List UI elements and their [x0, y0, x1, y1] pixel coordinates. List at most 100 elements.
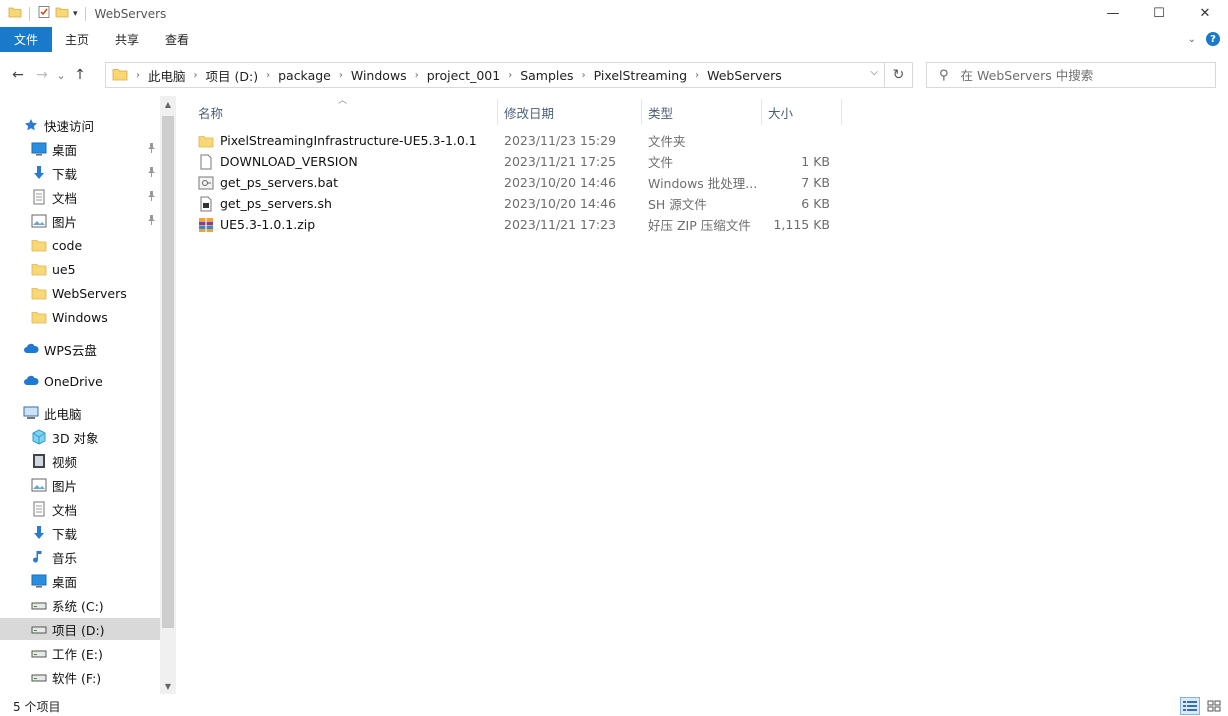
sidebar-item[interactable]: 此电脑	[0, 402, 160, 424]
sidebar-item-label: WebServers	[52, 285, 127, 301]
drive-icon	[31, 669, 47, 685]
file-list: PixelStreamingInfrastructure-UE5.3-1.0.1…	[192, 130, 836, 235]
sidebar-item[interactable]: 工作 (E:)	[0, 642, 160, 664]
chevron-right-icon[interactable]: ›	[194, 70, 198, 81]
file-type: 文件夹	[648, 134, 686, 149]
up-button[interactable]: ↑	[68, 63, 92, 87]
breadcrumb-windows[interactable]: Windows	[351, 68, 407, 83]
sidebar-item[interactable]: 软件 (F:)	[0, 666, 160, 688]
sidebar-item-label: OneDrive	[44, 373, 103, 389]
chevron-right-icon[interactable]: ›	[695, 70, 699, 81]
back-button[interactable]: ←	[6, 63, 30, 87]
sidebar-item[interactable]: 下载	[0, 522, 160, 544]
file-row[interactable]: UE5.3-1.0.1.zip 2023/11/21 17:23 好压 ZIP 压缩…	[192, 214, 836, 235]
sidebar-item[interactable]: ue5	[0, 258, 160, 280]
sidebar-item[interactable]: 3D 对象	[0, 426, 160, 448]
sidebar-item-label: 快速访问	[44, 118, 95, 134]
tab-view[interactable]: 查看	[152, 27, 202, 52]
breadcrumb-drive-d[interactable]: 项目 (D:)	[206, 66, 259, 85]
file-row[interactable]: get_ps_servers.bat 2023/10/20 14:46 Window…	[192, 172, 836, 193]
tab-home[interactable]: 主页	[52, 27, 102, 52]
customize-dropdown-icon[interactable]: ▾	[73, 9, 78, 19]
sidebar-item[interactable]: 音乐	[0, 546, 160, 568]
sort-ascending-icon: ︿	[338, 96, 348, 106]
breadcrumb-samples[interactable]: Samples	[520, 68, 573, 83]
sidebar-item[interactable]: 桌面	[0, 138, 160, 160]
maximize-button[interactable]: ☐	[1136, 0, 1182, 27]
file-type: SH 源文件	[648, 197, 707, 212]
column-name[interactable]: ︿ 名称	[192, 96, 498, 125]
close-button[interactable]: ✕	[1182, 0, 1228, 27]
chevron-right-icon[interactable]: ›	[266, 70, 270, 81]
tab-share[interactable]: 共享	[102, 27, 152, 52]
recent-locations-button[interactable]: ⌄	[54, 63, 68, 87]
sidebar-item[interactable]: code	[0, 234, 160, 256]
sidebar-item[interactable]: 图片	[0, 210, 160, 232]
sidebar-item-label: 此电脑	[44, 406, 82, 422]
file-row[interactable]: DOWNLOAD_VERSION 2023/11/21 17:25 文件 1 KB	[192, 151, 836, 172]
sidebar-item[interactable]: 文档	[0, 186, 160, 208]
sidebar-item[interactable]: WebServers	[0, 282, 160, 304]
breadcrumb-this-pc[interactable]: 此电脑	[148, 66, 186, 85]
file-name-cell: get_ps_servers.sh	[192, 196, 498, 212]
file-name: PixelStreamingInfrastructure-UE5.3-1.0.1	[220, 133, 477, 148]
new-folder-icon[interactable]	[55, 5, 69, 22]
sidebar-item[interactable]: 图片	[0, 474, 160, 496]
sidebar-item[interactable]: WPS云盘	[0, 338, 160, 360]
details-view-icon	[1183, 701, 1197, 711]
sidebar-item[interactable]: 视频	[0, 450, 160, 472]
sidebar-item[interactable]: 项目 (D:)	[0, 618, 160, 640]
quick-access-toolbar: ▾	[0, 5, 89, 22]
chevron-right-icon[interactable]: ›	[339, 70, 343, 81]
sidebar-item[interactable]: 桌面	[0, 570, 160, 592]
nav-pane-scrollbar[interactable]: ▲ ▼	[160, 96, 176, 694]
scrollbar-thumb[interactable]	[162, 116, 174, 628]
address-bar[interactable]: › 此电脑 › 项目 (D:) › package › Windows › pr…	[105, 62, 913, 88]
sidebar-item-label: 下载	[52, 526, 78, 542]
folder-icon[interactable]	[8, 5, 22, 22]
scroll-up-icon[interactable]: ▲	[160, 96, 176, 112]
file-row[interactable]: get_ps_servers.sh 2023/10/20 14:46 SH 源文件 6…	[192, 193, 836, 214]
sidebar-item-label: 软件 (F:)	[52, 670, 102, 686]
sidebar-item[interactable]: 系统 (C:)	[0, 594, 160, 616]
help-icon[interactable]: ?	[1206, 32, 1220, 46]
column-size[interactable]: 大小	[762, 99, 842, 125]
sidebar-item[interactable]: 快速访问	[0, 114, 160, 136]
tab-file[interactable]: 文件	[0, 27, 53, 52]
forward-button[interactable]: →	[30, 63, 54, 87]
sidebar-item-label: 文档	[52, 502, 78, 518]
folder-icon	[31, 237, 47, 253]
sidebar-item[interactable]: 下载	[0, 162, 160, 184]
download-icon	[31, 165, 47, 181]
large-icons-view-button[interactable]	[1204, 697, 1224, 715]
sidebar-item-label: 音乐	[52, 550, 78, 566]
file-name-cell: DOWNLOAD_VERSION	[192, 154, 498, 170]
scroll-down-icon[interactable]: ▼	[160, 678, 176, 694]
breadcrumb-webservers[interactable]: WebServers	[707, 68, 782, 83]
window-title: WebServers	[94, 6, 167, 21]
properties-icon[interactable]	[37, 5, 51, 22]
breadcrumb-project[interactable]: project_001	[427, 68, 501, 83]
column-date-modified[interactable]: 修改日期	[498, 99, 642, 125]
search-icon: ⚲	[939, 67, 949, 83]
breadcrumb-pixelstreaming[interactable]: PixelStreaming	[594, 68, 687, 83]
address-history-dropdown-icon[interactable]: ⌵	[870, 67, 878, 78]
details-view-button[interactable]	[1180, 697, 1200, 715]
sidebar-item[interactable]: 文档	[0, 498, 160, 520]
chevron-right-icon[interactable]: ›	[136, 70, 140, 81]
chevron-right-icon[interactable]: ›	[582, 70, 586, 81]
sidebar-item[interactable]: Windows	[0, 306, 160, 328]
minimize-button[interactable]: —	[1090, 0, 1136, 27]
sidebar-item[interactable]: OneDrive	[0, 370, 160, 392]
breadcrumb-package[interactable]: package	[278, 68, 331, 83]
file-icon	[198, 154, 214, 170]
chevron-right-icon[interactable]: ›	[415, 70, 419, 81]
desktop-icon	[31, 573, 47, 589]
search-box[interactable]: ⚲	[926, 62, 1216, 88]
column-type[interactable]: 类型	[642, 99, 762, 125]
file-row[interactable]: PixelStreamingInfrastructure-UE5.3-1.0.1…	[192, 130, 836, 151]
refresh-button[interactable]: ↻	[884, 63, 912, 87]
chevron-right-icon[interactable]: ›	[508, 70, 512, 81]
expand-ribbon-icon[interactable]: ⌄	[1188, 34, 1196, 45]
search-input[interactable]	[960, 67, 1201, 83]
